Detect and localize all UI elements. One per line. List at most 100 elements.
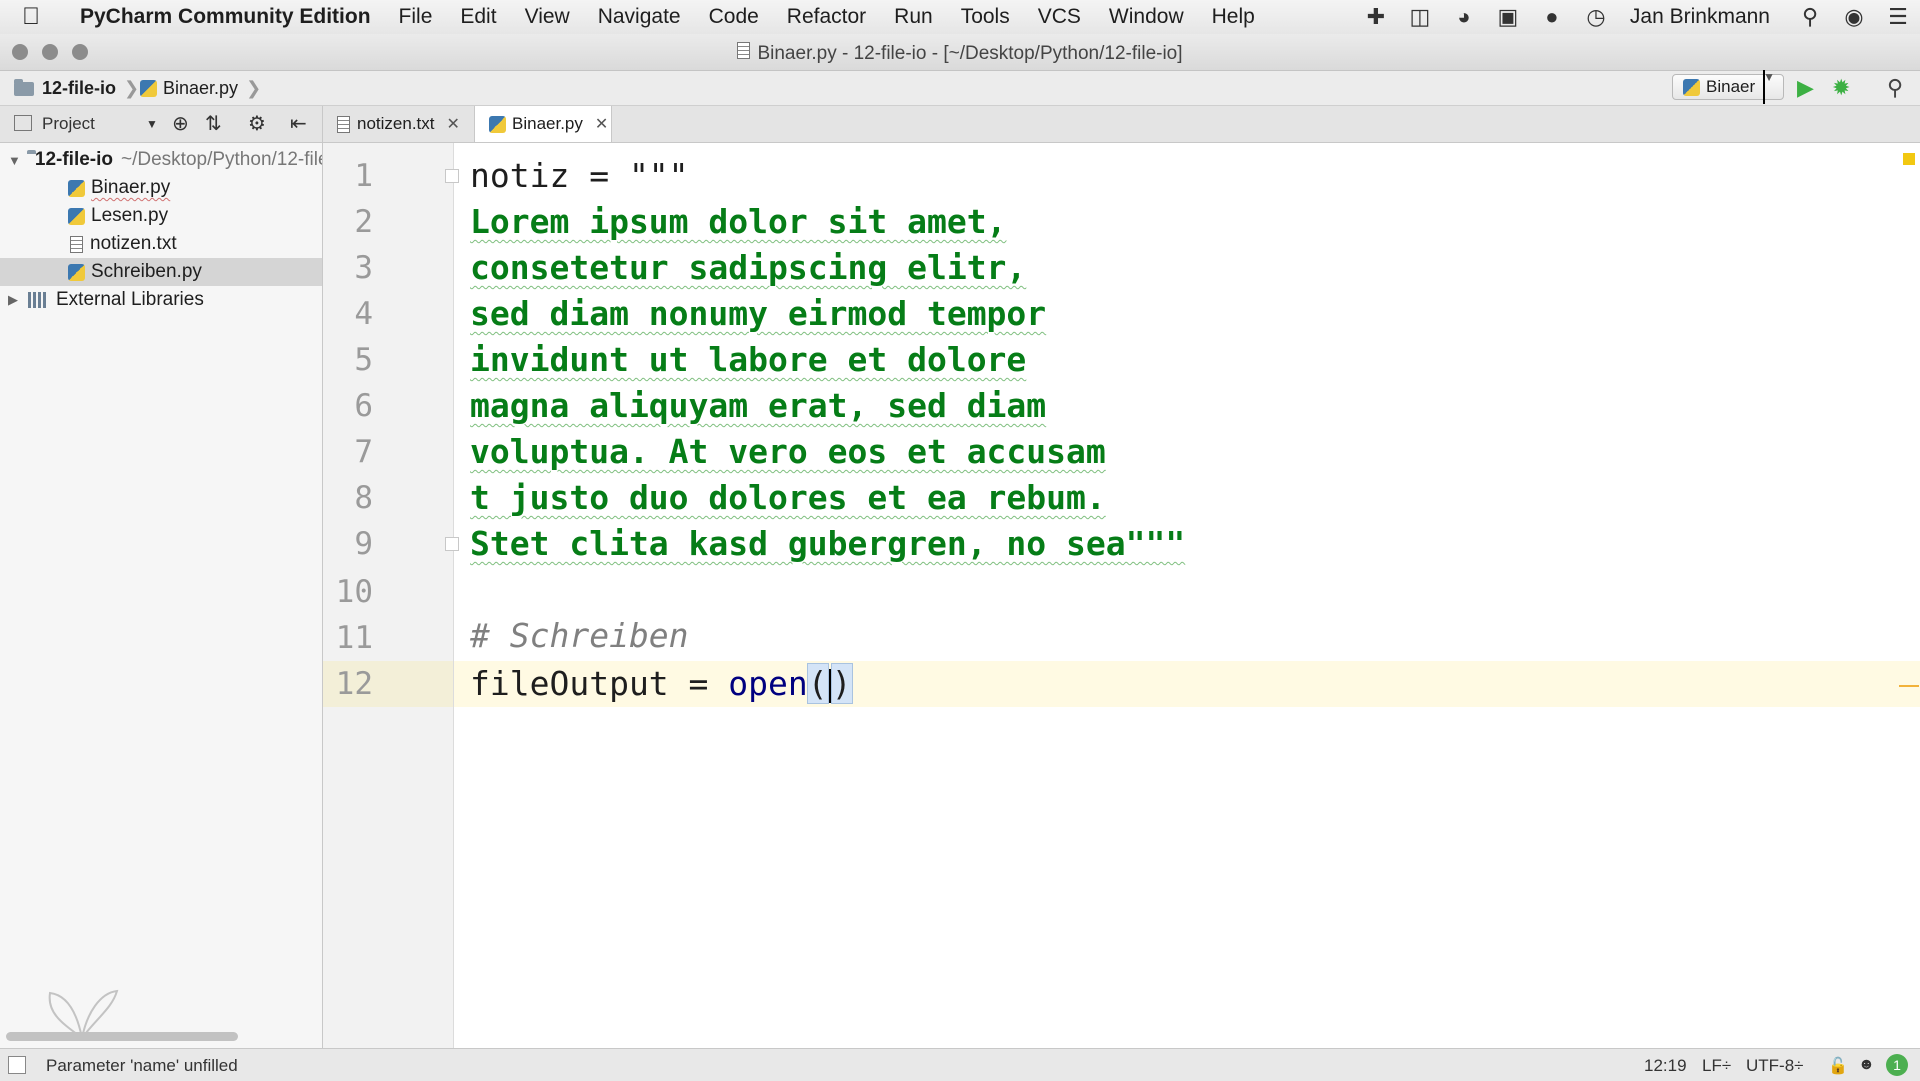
search-icon[interactable]: ⚲ [1887,75,1903,101]
line-separator[interactable]: LF÷ [1702,1056,1731,1076]
menu-view[interactable]: View [511,5,584,29]
leaf-tray-icon[interactable]: ◕ [1442,4,1486,30]
inspector-icon[interactable]: ☻ [1858,1056,1875,1074]
menu-navigate[interactable]: Navigate [584,5,695,29]
library-icon [28,292,48,308]
code-line-8[interactable]: t justo duo dolores et ea rebum. [470,475,1106,521]
code-line-11[interactable]: # Schreiben [470,613,689,659]
caret-position[interactable]: 12:19 [1644,1056,1687,1076]
notification-center-icon[interactable]: ☰ [1876,4,1920,30]
line-number: 6 [354,388,373,424]
project-view-label[interactable]: Project [42,114,95,134]
horizontal-scrollbar[interactable] [6,1032,238,1041]
apple-icon[interactable]:  [22,3,62,31]
collapsed-arrow-icon[interactable]: ▶ [8,292,22,308]
spotlight-search-icon[interactable]: ⚲ [1788,4,1832,30]
tree-external-libraries[interactable]: ▶ External Libraries [0,286,322,314]
menu-refactor[interactable]: Refactor [773,5,880,29]
code-line-7[interactable]: voluptua. At vero eos et accusam [470,429,1106,475]
notifications-badge[interactable]: 1 [1886,1054,1908,1076]
tree-file-lesen[interactable]: Lesen.py [0,202,322,230]
run-icon[interactable]: ▶ [1797,75,1814,101]
plus-tray-icon[interactable]: ✚ [1354,4,1398,30]
menu-code[interactable]: Code [695,5,773,29]
menu-vcs[interactable]: VCS [1024,5,1095,29]
tab-binaer-py[interactable]: Binaer.py ✕ [474,106,612,142]
code-line-2[interactable]: Lorem ipsum dolor sit amet, [470,199,1006,245]
line-number: 1 [354,158,373,194]
chevron-down-icon[interactable]: ▼ [146,117,158,131]
fold-marker-icon[interactable] [445,537,459,551]
status-message: Parameter 'name' unfilled [46,1056,238,1075]
menubar:  PyCharm Community Edition File Edit Vi… [0,0,1920,35]
user-name[interactable]: Jan Brinkmann [1618,5,1788,29]
project-view-icon [14,115,32,131]
text-file-icon [70,235,83,253]
code-line-1[interactable]: notiz = """ [470,153,689,199]
menu-help[interactable]: Help [1198,5,1269,29]
code-line-3[interactable]: consetetur sadipscing elitr, [470,245,1026,291]
close-icon[interactable]: ✕ [447,114,460,134]
camera-tray-icon[interactable]: ▣ [1486,4,1530,30]
menu-tools[interactable]: Tools [947,5,1024,29]
menu-file[interactable]: File [385,5,447,29]
chevron-down-icon: ▼ [1763,70,1775,104]
app-menu-name[interactable]: PyCharm Community Edition [80,5,371,29]
line-number-gutter: 1 2 3 4 5 6 7 8 9 10 11 12 [323,143,454,1048]
code-line-9[interactable]: Stet clita kasd gubergren, no sea""" [470,521,1185,567]
tree-root-folder[interactable]: ▼ 12-file-io ~/Desktop/Python/12-file-io [0,146,322,174]
python-file-icon [68,179,85,197]
run-configuration-dropdown[interactable]: Binaer ▼ [1672,70,1784,104]
line-number: 4 [354,296,373,332]
tab-notizen-txt[interactable]: notizen.txt ✕ [323,106,473,142]
locate-target-icon[interactable]: ⊕ [172,111,189,136]
code-line-5[interactable]: invidunt ut labore et dolore [470,337,1026,383]
code-line-4[interactable]: sed diam nonumy eirmod tempor [470,291,1046,337]
line-number: 3 [354,250,373,286]
close-icon[interactable]: ✕ [595,114,608,134]
breadcrumb-project[interactable]: 12-file-io ❯ [14,78,139,99]
editor-tabs: notizen.txt ✕ Binaer.py ✕ [323,106,1920,143]
line-number: 9 [354,526,373,562]
menu-edit[interactable]: Edit [446,5,510,29]
menu-run[interactable]: Run [880,5,947,29]
debug-bug-icon[interactable]: ✹ [1832,75,1850,101]
fold-marker-icon[interactable] [445,169,459,183]
project-toolbar: Project ▼ ⊕ ⇅ ⚙ ⇤ [0,106,323,143]
clipboard-tray-icon[interactable]: ◫ [1398,4,1442,30]
collapse-all-icon[interactable]: ⇅ [205,111,222,136]
tree-file-binaer[interactable]: Binaer.py [0,174,322,202]
python-file-icon [489,115,506,133]
expanded-arrow-icon[interactable]: ▼ [8,153,21,168]
line-number: 12 [335,666,373,702]
code-line-12[interactable]: fileOutput = open() [470,661,853,707]
python-file-icon [1683,78,1700,96]
window-titlebar: Binaer.py - 12-file-io - [~/Desktop/Pyth… [0,34,1920,71]
tree-file-notizen[interactable]: notizen.txt [0,230,322,258]
warning-stripe-icon[interactable] [1903,153,1915,165]
line-number: 7 [354,434,373,470]
lock-icon[interactable]: 🔓 [1828,1056,1848,1076]
breadcrumb-file[interactable]: Binaer.py ❯ [140,78,261,99]
gear-icon[interactable]: ⚙ [248,111,266,136]
folder-icon [14,78,34,96]
chat-tray-icon[interactable]: ● [1530,4,1574,30]
hide-panel-icon[interactable]: ⇤ [290,111,307,136]
menubar-tray: ✚ ◫ ◕ ▣ ● ◷ Jan Brinkmann ⚲ ◉ ☰ [1354,0,1920,34]
python-file-icon [140,80,157,97]
error-stripe-mark[interactable] [1899,685,1919,687]
python-file-icon [68,263,85,281]
text-file-icon [337,115,350,133]
code-line-6[interactable]: magna aliquyam erat, sed diam [470,383,1046,429]
clock-tray-icon[interactable]: ◷ [1574,4,1618,30]
project-tree: ▼ 12-file-io ~/Desktop/Python/12-file-io… [0,143,323,1048]
tree-file-schreiben[interactable]: Schreiben.py [0,258,322,286]
line-number: 10 [335,574,373,610]
siri-icon[interactable]: ◉ [1832,4,1876,30]
window-title: Binaer.py - 12-file-io - [~/Desktop/Pyth… [0,42,1920,65]
line-number: 5 [354,342,373,378]
code-editor[interactable]: 1 2 3 4 5 6 7 8 9 10 11 12 notiz = """ L… [323,143,1920,1048]
menu-window[interactable]: Window [1095,5,1198,29]
file-encoding[interactable]: UTF-8÷ [1746,1056,1804,1076]
toggle-tool-windows-icon[interactable] [8,1056,26,1074]
